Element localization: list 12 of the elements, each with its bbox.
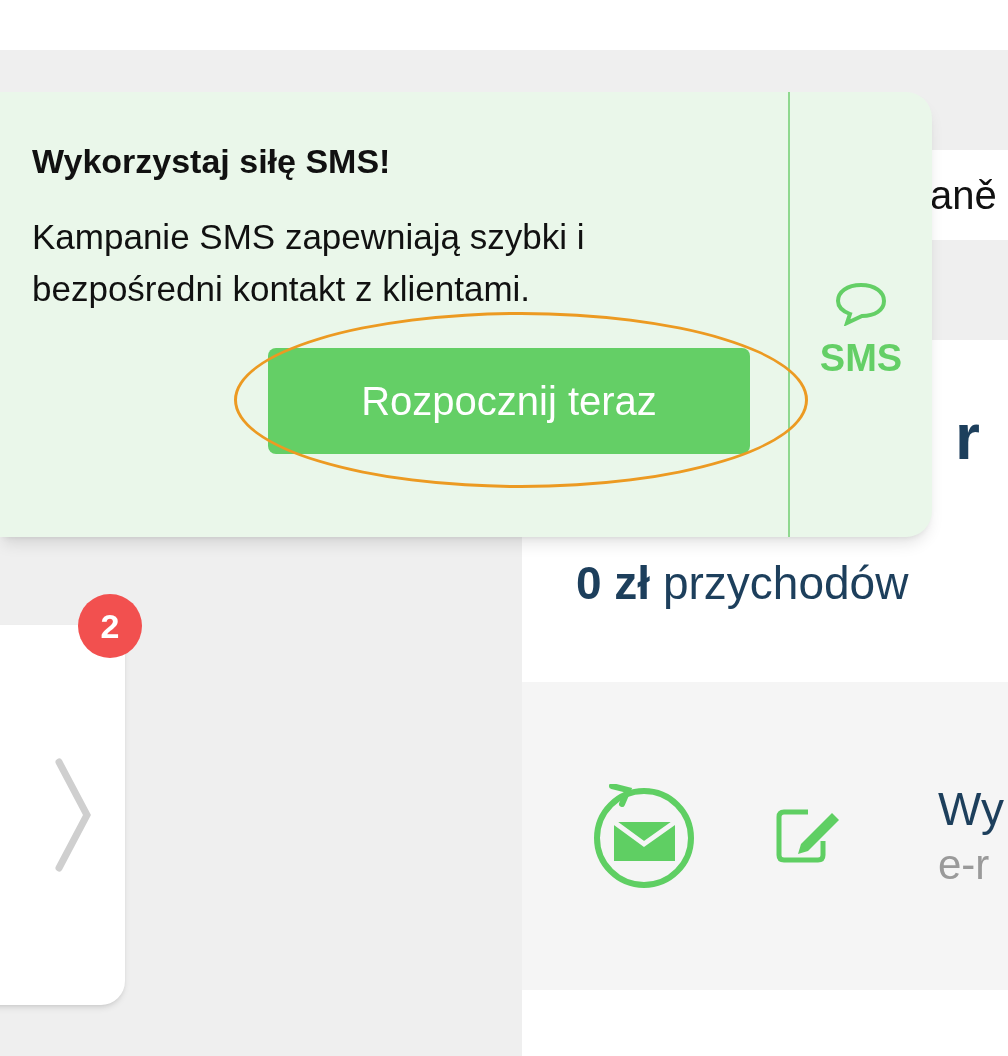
email-subtitle: e-r	[938, 839, 991, 890]
email-card[interactable]: Wy e-r	[522, 682, 1008, 990]
email-title: Wy	[938, 782, 1004, 837]
sms-label: SMS	[819, 336, 903, 381]
popup-title: Wykorzystaj siłę SMS!	[32, 141, 392, 182]
notification-badge: 2	[78, 594, 142, 658]
heading: r	[955, 405, 980, 469]
popup-body: Kampanie SMS zapewniają szybki i bezpośredni kontakt z klientami.	[32, 215, 586, 310]
chat-bubble-icon	[835, 282, 887, 326]
chevron-right-icon	[54, 758, 91, 872]
revenue-text: 0 zł przychodów	[576, 556, 909, 611]
edit-icon[interactable]	[776, 809, 842, 863]
